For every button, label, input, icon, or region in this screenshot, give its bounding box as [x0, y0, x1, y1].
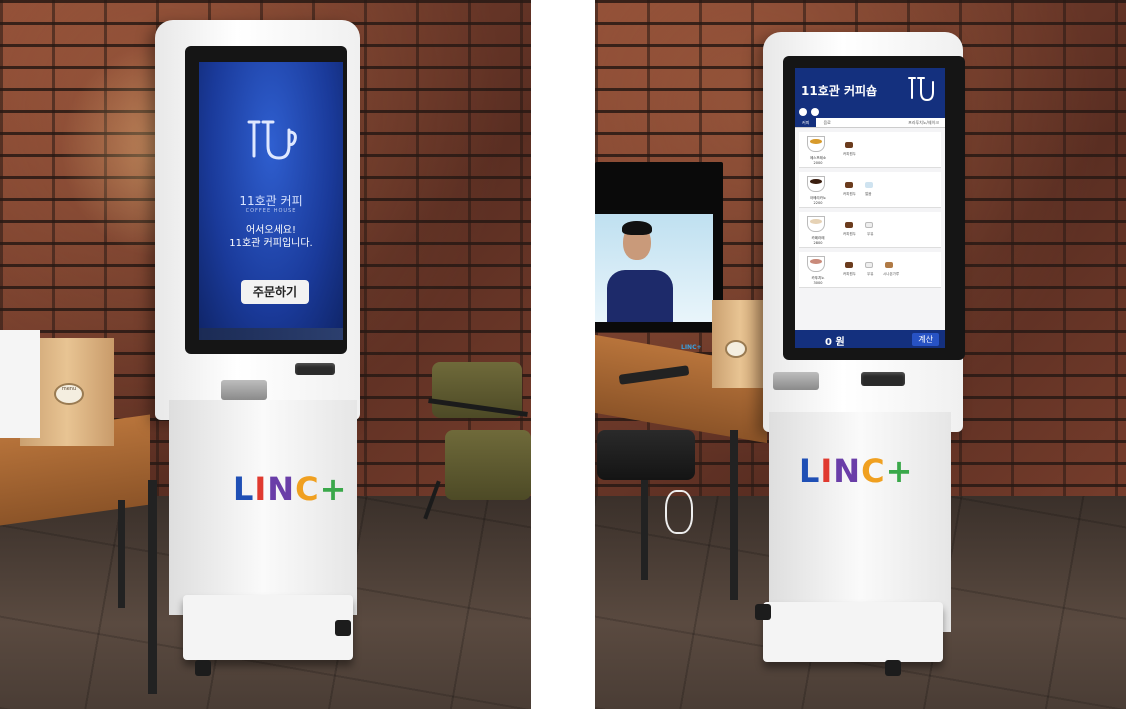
- photo-left-kiosk-welcome: menu 11호관 커피 COFFEE HOUSE 어서오세요! 11호관 커피…: [0, 0, 531, 709]
- table-leg: [118, 500, 125, 608]
- logo-letter: +: [885, 452, 914, 490]
- back-icon[interactable]: [811, 108, 819, 116]
- kiosk-wheel: [885, 660, 901, 676]
- receipt-printer[interactable]: [221, 380, 267, 400]
- person-hair: [622, 221, 652, 235]
- cappuccino-cup-icon: [807, 256, 825, 272]
- menu-item-price: 2000: [813, 161, 823, 165]
- cafe-subtitle: COFFEE HOUSE: [245, 208, 297, 214]
- kiosk-right: 11호관 커피숍 커피 음료 프라푸치노/쉐이크 에스프레소 2000 커피원두…: [755, 32, 965, 692]
- milk-icon[interactable]: [865, 262, 873, 268]
- menu-item-row[interactable]: 에스프레소 2000 커피원두: [799, 132, 941, 168]
- americano-cup-icon: [807, 176, 825, 192]
- linc-plus-logo: L I N C +: [799, 452, 913, 490]
- photo-right-kiosk-menu: LINC+ 11호관 커피숍 커피 음료 프라푸치노/쉐이크 에스프레소 200…: [595, 0, 1126, 709]
- logo-letter: +: [319, 470, 348, 508]
- option-label: 우유: [867, 232, 874, 236]
- chair-seat: [445, 430, 531, 500]
- search-icon[interactable]: [799, 108, 807, 116]
- card-reader-slot[interactable]: [295, 363, 335, 375]
- ice-icon[interactable]: [865, 182, 873, 188]
- menu-cards: [0, 330, 40, 438]
- power-cable: [665, 490, 693, 534]
- menu-title: 11호관 커피숍: [801, 84, 878, 98]
- logo-letter: N: [833, 452, 862, 490]
- menu-item-row[interactable]: 카푸치노 3000 커피원두 우유 시나몬가루: [799, 252, 941, 288]
- card-reader-slot[interactable]: [861, 372, 905, 386]
- logo-letter: I: [254, 470, 268, 508]
- menu-sticker: [725, 340, 747, 358]
- cafe-name: 11호관 커피: [239, 194, 303, 208]
- tab-5[interactable]: [881, 118, 902, 127]
- coffee-bean-icon[interactable]: [845, 222, 853, 228]
- milk-icon[interactable]: [865, 222, 873, 228]
- tab-4[interactable]: [859, 118, 880, 127]
- welcome-line-2: 11호관 커피입니다.: [229, 238, 313, 249]
- order-total: 0 원: [825, 337, 845, 348]
- latte-cup-icon: [807, 216, 825, 232]
- option-label: 커피원두: [843, 272, 856, 276]
- stool: [597, 430, 695, 480]
- espresso-cup-icon: [807, 136, 825, 152]
- kiosk-wheel: [755, 604, 771, 620]
- menu-item-name: 카페라떼: [811, 236, 825, 240]
- cafe-cup-logo-icon: [908, 77, 934, 102]
- menu-item-name: 에스프레소: [809, 156, 827, 160]
- kiosk-screen-menu[interactable]: 11호관 커피숍 커피 음료 프라푸치노/쉐이크 에스프레소 2000 커피원두…: [795, 68, 945, 348]
- menu-item-name: 카푸치노: [811, 276, 825, 280]
- menu-item-price: 2200: [813, 201, 823, 205]
- logo-letter: L: [233, 470, 255, 508]
- pay-button[interactable]: 계산: [912, 333, 939, 346]
- menu-footer: 0 원 계산: [795, 330, 945, 348]
- tab-drinks[interactable]: 음료: [816, 118, 837, 127]
- cinnamon-icon[interactable]: [885, 262, 893, 268]
- menu-header: 11호관 커피숍: [795, 68, 945, 118]
- logo-letter: N: [267, 470, 296, 508]
- tab-frappuccino[interactable]: 프라푸치노/쉐이크: [902, 118, 945, 127]
- tv-monitor: [595, 162, 723, 332]
- logo-letter: I: [820, 452, 834, 490]
- menu-item-row[interactable]: 아메리카노 2200 커피원두 얼음: [799, 172, 941, 208]
- kiosk-wheel: [335, 620, 351, 636]
- kiosk-left: 11호관 커피 COFFEE HOUSE 어서오세요! 11호관 커피입니다. …: [155, 20, 360, 690]
- welcome-line-1: 어서오세요!: [245, 225, 296, 236]
- tab-coffee[interactable]: 커피: [795, 118, 817, 127]
- menu-item-price: 2800: [813, 241, 823, 245]
- menu-tabs: 커피 음료 프라푸치노/쉐이크: [795, 118, 945, 128]
- option-label: 우유: [867, 272, 874, 276]
- screen-bottom-strip: [199, 328, 343, 340]
- kiosk-base: [183, 595, 353, 660]
- coffee-bean-icon[interactable]: [845, 262, 853, 268]
- option-label: 커피원두: [843, 232, 856, 236]
- logo-letter: C: [295, 470, 320, 508]
- receipt-printer[interactable]: [773, 372, 819, 390]
- linc-plus-logo: L I N C +: [233, 470, 347, 508]
- tab-3[interactable]: [838, 118, 859, 127]
- option-label: 시나몬가루: [883, 272, 900, 276]
- tv-screen: [595, 214, 713, 322]
- menu-item-row[interactable]: 카페라떼 2800 커피원두 우유: [799, 212, 941, 248]
- option-label: 커피원두: [843, 192, 856, 196]
- option-label: 얼음: [865, 192, 872, 196]
- table-leg: [730, 430, 738, 600]
- cafe-cup-logo-icon: [247, 120, 297, 160]
- coffee-bean-icon[interactable]: [845, 182, 853, 188]
- option-label: 커피원두: [843, 152, 856, 156]
- sticker-text: menu: [61, 386, 77, 392]
- menu-sticker: menu: [54, 383, 84, 405]
- logo-letter: C: [861, 452, 886, 490]
- person-body: [607, 270, 673, 322]
- kiosk-lower-body: [769, 412, 951, 632]
- coffee-bean-icon[interactable]: [845, 142, 853, 148]
- kiosk-screen-welcome[interactable]: 11호관 커피 COFFEE HOUSE 어서오세요! 11호관 커피입니다. …: [199, 62, 343, 340]
- order-button[interactable]: 주문하기: [241, 280, 309, 304]
- kiosk-wheel: [195, 660, 211, 676]
- menu-item-name: 아메리카노: [809, 196, 827, 200]
- kiosk-base: [763, 602, 943, 662]
- logo-letter: L: [799, 452, 821, 490]
- menu-item-price: 3000: [813, 281, 823, 285]
